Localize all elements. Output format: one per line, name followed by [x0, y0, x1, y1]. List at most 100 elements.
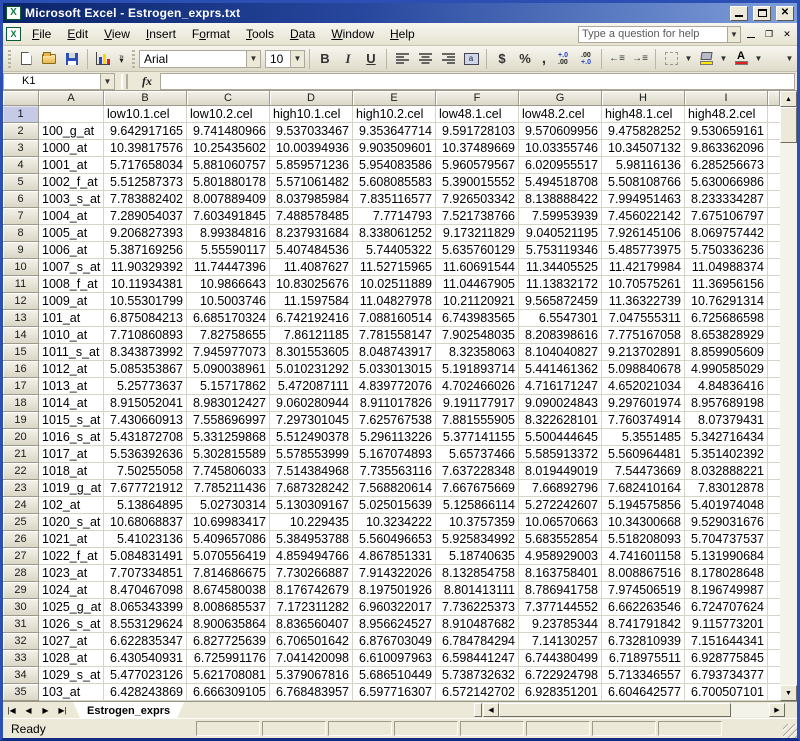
cell[interactable]: 1005_at [39, 225, 104, 242]
cell[interactable]: 5.296113226 [353, 429, 436, 446]
comma-button[interactable]: , [537, 49, 551, 69]
cell[interactable]: 5.342716434 [685, 429, 768, 446]
horizontal-scrollbar-track[interactable] [731, 703, 769, 717]
row-header-9[interactable]: 9 [3, 242, 39, 259]
cell[interactable]: 5.085353867 [104, 361, 187, 378]
cell[interactable]: 8.178028648 [685, 565, 768, 582]
cell[interactable]: 7.041420098 [270, 650, 353, 667]
cell[interactable]: 7.488578485 [270, 208, 353, 225]
cell[interactable]: 5.801880178 [187, 174, 270, 191]
cell[interactable]: 5.960579567 [436, 157, 519, 174]
cell[interactable]: 8.132854758 [436, 565, 519, 582]
cell[interactable]: 11.04467905 [436, 276, 519, 293]
column-header-b[interactable]: B [104, 91, 187, 106]
cell[interactable] [768, 633, 780, 650]
cell[interactable]: 10.00394936 [270, 140, 353, 157]
toolbar-grip[interactable] [132, 50, 135, 68]
column-header-e[interactable]: E [353, 91, 436, 106]
cell[interactable]: 10.06570663 [519, 514, 602, 531]
cell[interactable]: 11.52715965 [353, 259, 436, 276]
cell[interactable] [768, 650, 780, 667]
cell[interactable]: 6.725991176 [187, 650, 270, 667]
cell[interactable]: 5.131990684 [685, 548, 768, 565]
cell[interactable]: 7.945977073 [187, 344, 270, 361]
cell[interactable] [768, 684, 780, 701]
cell[interactable]: 5.560964481 [602, 446, 685, 463]
cell[interactable] [768, 259, 780, 276]
cell[interactable]: 1010_at [39, 327, 104, 344]
chevron-down-icon[interactable]: ▼ [100, 73, 115, 90]
cell[interactable]: 5.167074893 [353, 446, 436, 463]
cell[interactable]: 5.377141155 [436, 429, 519, 446]
cell[interactable]: low10.1.cel [104, 106, 187, 123]
cell[interactable]: 8.176742679 [270, 582, 353, 599]
row-header-33[interactable]: 33 [3, 650, 39, 667]
hscroll-right-button[interactable]: ▶ [769, 703, 785, 717]
cell[interactable]: 10.34300668 [602, 514, 685, 531]
cell[interactable] [768, 225, 780, 242]
row-header-5[interactable]: 5 [3, 174, 39, 191]
cell[interactable]: 8.233334287 [685, 191, 768, 208]
cell[interactable]: 6.784784294 [436, 633, 519, 650]
cell[interactable]: 7.625767538 [353, 412, 436, 429]
cell[interactable]: 8.957689198 [685, 395, 768, 412]
cell[interactable]: 5.441461362 [519, 361, 602, 378]
cell[interactable]: 6.724707624 [685, 599, 768, 616]
cell[interactable]: 5.130309167 [270, 497, 353, 514]
cell[interactable] [768, 667, 780, 684]
cell[interactable]: 9.115773201 [685, 616, 768, 633]
cell[interactable]: 8.197501926 [353, 582, 436, 599]
cell[interactable]: 5.407484536 [270, 242, 353, 259]
cell[interactable]: 9.591728103 [436, 123, 519, 140]
cell[interactable]: 7.047555311 [602, 310, 685, 327]
cell[interactable]: 9.565872459 [519, 293, 602, 310]
cell[interactable]: 8.99384816 [187, 225, 270, 242]
cell[interactable]: 9.475828252 [602, 123, 685, 140]
cell[interactable]: 6.768483957 [270, 684, 353, 701]
cell[interactable]: 1009_at [39, 293, 104, 310]
cell[interactable]: 7.785211436 [187, 480, 270, 497]
cell[interactable]: 5.331259868 [187, 429, 270, 446]
cell[interactable]: 7.54473669 [602, 463, 685, 480]
cell[interactable]: 7.902548035 [436, 327, 519, 344]
cell[interactable]: 11.4087627 [270, 259, 353, 276]
percent-button[interactable]: % [514, 49, 536, 69]
cell[interactable]: 11.13832172 [519, 276, 602, 293]
sheet-tab-estrogen-exprs[interactable]: Estrogen_exprs [73, 702, 184, 718]
row-header-30[interactable]: 30 [3, 599, 39, 616]
cell[interactable]: 10.83025676 [270, 276, 353, 293]
cell[interactable]: 5.571061482 [270, 174, 353, 191]
menu-window[interactable]: Window [323, 24, 382, 44]
cell[interactable] [768, 123, 780, 140]
cell[interactable]: 7.430660913 [104, 412, 187, 429]
cell[interactable]: 1014_at [39, 395, 104, 412]
cell[interactable]: 9.173211829 [436, 225, 519, 242]
row-header-13[interactable]: 13 [3, 310, 39, 327]
cell[interactable]: 8.008685537 [187, 599, 270, 616]
cell[interactable]: 6.875084213 [104, 310, 187, 327]
cell[interactable]: 5.630066986 [685, 174, 768, 191]
chevron-down-icon[interactable]: ▼ [290, 51, 304, 67]
cell[interactable]: 7.926503342 [436, 191, 519, 208]
row-header-18[interactable]: 18 [3, 395, 39, 412]
cell[interactable]: 6.928351201 [519, 684, 602, 701]
cell[interactable]: 1016_s_at [39, 429, 104, 446]
cell[interactable]: 10.76291314 [685, 293, 768, 310]
cell[interactable]: 7.735563116 [353, 463, 436, 480]
scroll-up-button[interactable]: ▲ [780, 91, 797, 107]
tab-first-button[interactable]: |◀ [3, 702, 20, 718]
cell[interactable]: 9.903509601 [353, 140, 436, 157]
cell[interactable]: high10.2.cel [353, 106, 436, 123]
menu-file[interactable]: File [24, 24, 59, 44]
cell[interactable]: 7.707334851 [104, 565, 187, 582]
cell[interactable]: 11.42179984 [602, 259, 685, 276]
cell[interactable]: 8.674580038 [187, 582, 270, 599]
row-header-15[interactable]: 15 [3, 344, 39, 361]
cell[interactable]: 10.3234222 [353, 514, 436, 531]
cell[interactable]: 1028_at [39, 650, 104, 667]
cell[interactable]: 7.377144552 [519, 599, 602, 616]
cell[interactable]: 7.835116577 [353, 191, 436, 208]
cell[interactable] [768, 446, 780, 463]
align-right-button[interactable] [437, 49, 459, 69]
cell[interactable]: 6.598441247 [436, 650, 519, 667]
